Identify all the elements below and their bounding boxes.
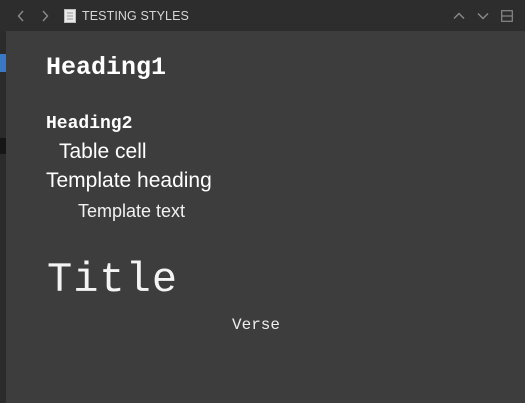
title-actions [447,0,519,31]
document-content[interactable]: Heading1 Heading2 Table cell Template he… [6,31,525,403]
chevron-up-icon [453,12,465,19]
table-cell-text: Table cell [59,140,147,163]
pane-button[interactable] [495,0,519,31]
chevron-left-icon [17,10,24,21]
document-icon [64,8,76,23]
back-button[interactable] [10,0,32,31]
expand-button[interactable] [471,0,495,31]
collapse-button[interactable] [447,0,471,31]
title-text: Title [47,256,179,304]
template-heading-text: Template heading [46,169,212,192]
chevron-down-icon [477,12,489,19]
chevron-right-icon [42,10,49,21]
forward-button[interactable] [34,0,56,31]
heading2-text: Heading2 [46,114,133,134]
template-text: Template text [78,201,186,221]
title-bar: TESTING STYLES [0,0,525,31]
split-pane-icon [501,9,513,22]
panel-title: TESTING STYLES [82,8,189,23]
verse-text: Verse [232,316,281,334]
heading1-text: Heading1 [46,53,167,82]
testing-styles-panel: TESTING STYLES Heading1 Heading2 Table c… [0,0,525,403]
